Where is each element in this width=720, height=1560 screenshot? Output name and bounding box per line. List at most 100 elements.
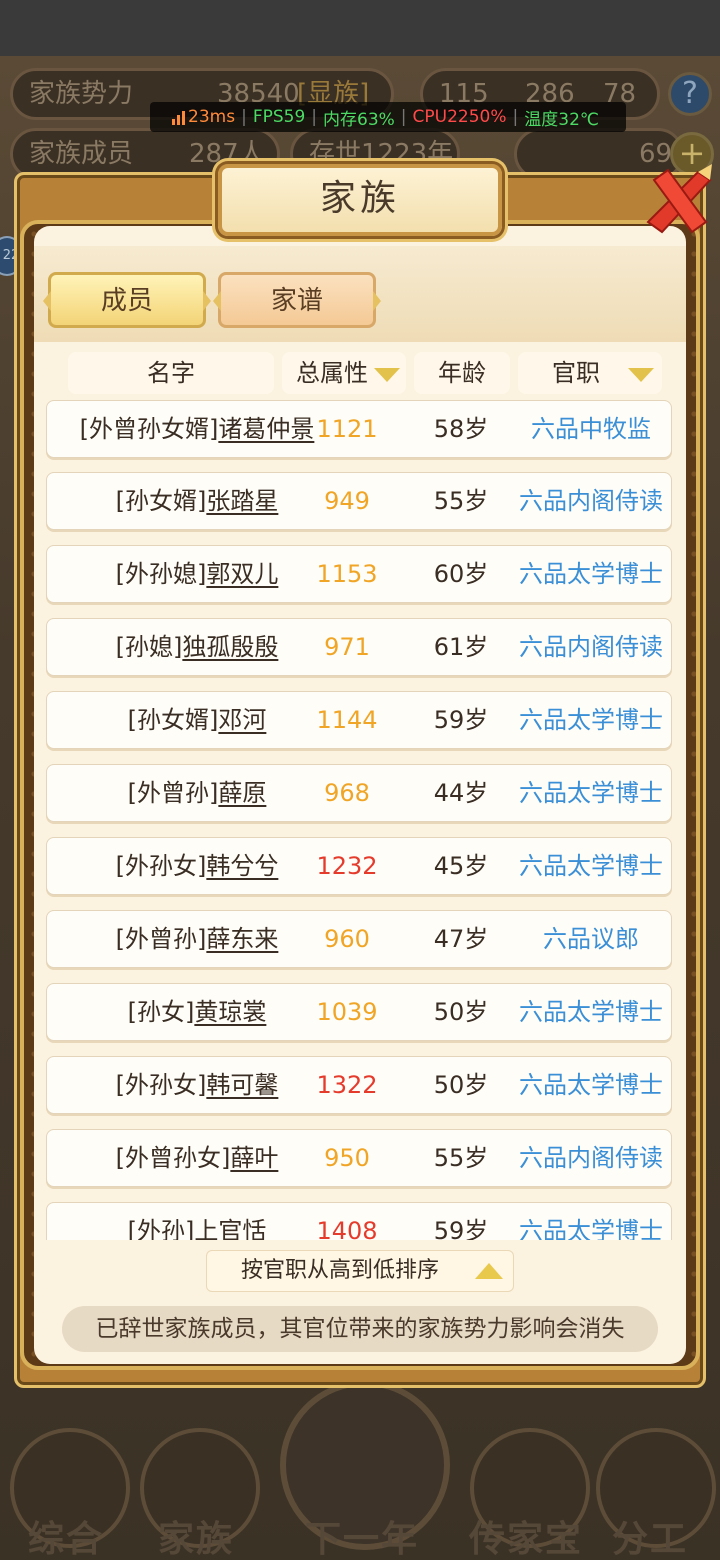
member-total-attr: 1144	[316, 706, 378, 734]
member-name-link[interactable]: 薛东来	[206, 925, 278, 953]
member-age: 59岁	[433, 706, 489, 734]
member-relation: [孙女婿]	[115, 487, 207, 515]
column-header-name: 名字	[68, 352, 274, 394]
member-row[interactable]: [外曾孙]薛原 968 44岁 六品太学博士	[46, 764, 672, 822]
member-name-link[interactable]: 薛原	[218, 779, 266, 807]
member-age: 55岁	[433, 1144, 489, 1172]
member-total-attr: 971	[324, 633, 370, 661]
signal-icon	[172, 109, 186, 125]
member-name-link[interactable]: 黄琼裳	[194, 998, 266, 1026]
member-total-attr: 1322	[316, 1071, 378, 1099]
member-row[interactable]: [孙女]黄琼裳 1039 50岁 六品太学博士	[46, 983, 672, 1041]
member-age: 45岁	[433, 852, 489, 880]
nav-next-year-label[interactable]: 下一年	[292, 1510, 432, 1560]
member-relation: [外曾孙]	[127, 779, 219, 807]
member-age: 58岁	[433, 415, 489, 443]
member-age: 61岁	[433, 633, 489, 661]
ping-text: 23ms	[188, 107, 236, 127]
temperature-text: 温度32℃	[524, 109, 599, 130]
deceased-notice: 已辞世家族成员，其官位带来的家族势力影响会消失	[62, 1306, 658, 1352]
member-age: 50岁	[433, 1071, 489, 1099]
member-age: 44岁	[433, 779, 489, 807]
sort-rank-icon[interactable]	[628, 368, 654, 382]
nav-heirloom-label[interactable]: 传家宝	[456, 1510, 596, 1560]
close-icon	[646, 164, 712, 234]
member-name-link[interactable]: 上官恬	[194, 1217, 266, 1240]
column-header-age[interactable]: 年龄	[414, 352, 510, 394]
memory-text: 内存63%	[323, 109, 395, 130]
family-power-label: 家族势力	[29, 79, 134, 109]
bottom-nav: 综合 家族 下一年 传家宝 分工	[0, 1380, 720, 1560]
sort-total-icon[interactable]	[374, 368, 400, 382]
member-total-attr: 1039	[316, 998, 378, 1026]
member-name-link[interactable]: 郭双儿	[206, 560, 278, 588]
member-official-rank: 六品内阁侍读	[519, 1144, 663, 1172]
member-total-attr: 1121	[316, 415, 378, 443]
member-name-link[interactable]: 韩兮兮	[206, 852, 278, 880]
member-total-attr: 1408	[316, 1217, 378, 1240]
member-row[interactable]: [外曾孙女]薛叶 950 55岁 六品内阁侍读	[46, 1129, 672, 1187]
member-official-rank: 六品太学博士	[519, 998, 663, 1026]
cpu-text: CPU2250%	[412, 107, 507, 127]
member-official-rank: 六品议郎	[543, 925, 639, 953]
member-total-attr: 949	[324, 487, 370, 515]
member-row[interactable]: [外曾孙女婿]诸葛仲景 1121 58岁 六品中牧监	[46, 400, 672, 458]
member-row[interactable]: [孙女婿]邓河 1144 59岁 六品太学博士	[46, 691, 672, 749]
member-row[interactable]: [孙女婿]张踏星 949 55岁 六品内阁侍读	[46, 472, 672, 530]
member-relation: [外曾孙]	[115, 925, 207, 953]
member-name-link[interactable]: 张踏星	[206, 487, 278, 515]
modal-title: 家族	[218, 164, 502, 236]
member-total-attr: 960	[324, 925, 370, 953]
sort-by-rank-label: 按官职从高到低排序	[241, 1258, 440, 1283]
nav-overview-label[interactable]: 综合	[0, 1510, 136, 1560]
column-header-rank-label: 官职	[552, 359, 600, 387]
member-name-link[interactable]: 独孤殷殷	[182, 633, 278, 661]
member-official-rank: 六品内阁侍读	[519, 487, 663, 515]
tab-members[interactable]: 成员	[43, 272, 211, 328]
member-total-attr: 1232	[316, 852, 378, 880]
member-official-rank: 六品太学博士	[519, 706, 663, 734]
member-relation: [孙媳]	[115, 633, 183, 661]
member-official-rank: 六品太学博士	[519, 1217, 663, 1240]
member-relation: [外孙女]	[115, 852, 207, 880]
member-relation: [外孙女]	[115, 1071, 207, 1099]
member-name-link[interactable]: 韩可馨	[206, 1071, 278, 1099]
nav-division-label[interactable]: 分工	[580, 1510, 720, 1560]
member-row[interactable]: [外孙媳]郭双儿 1153 60岁 六品太学博士	[46, 545, 672, 603]
member-relation: [外孙]	[127, 1217, 195, 1240]
member-list[interactable]: [外曾孙女婿]诸葛仲景 1121 58岁 六品中牧监 [孙女婿]张踏星 949 55岁 六品内…	[44, 400, 676, 1240]
member-official-rank: 六品太学博士	[519, 1071, 663, 1099]
member-age: 59岁	[433, 1217, 489, 1240]
nav-family-label[interactable]: 家族	[126, 1510, 266, 1560]
member-relation: [外曾孙女婿]	[79, 415, 219, 443]
member-age: 47岁	[433, 925, 489, 953]
member-official-rank: 六品内阁侍读	[519, 633, 663, 661]
member-row[interactable]: [外孙]上官恬 1408 59岁 六品太学博士	[46, 1202, 672, 1240]
column-header-total[interactable]: 总属性	[282, 352, 406, 394]
tab-genealogy[interactable]: 家谱	[213, 272, 381, 328]
member-total-attr: 968	[324, 779, 370, 807]
close-button[interactable]	[640, 160, 716, 240]
member-relation: [孙女婿]	[127, 706, 219, 734]
member-name-link[interactable]: 邓河	[218, 706, 266, 734]
sort-by-rank-button[interactable]: 按官职从高到低排序	[206, 1250, 514, 1292]
member-row[interactable]: [外孙女]韩兮兮 1232 45岁 六品太学博士	[46, 837, 672, 895]
performance-overlay: 23ms | FPS59 | 内存63% | CPU2250% | 温度32℃	[150, 102, 626, 132]
member-official-rank: 六品太学博士	[519, 779, 663, 807]
member-name-link[interactable]: 薛叶	[230, 1144, 278, 1172]
member-official-rank: 六品太学博士	[519, 852, 663, 880]
member-age: 50岁	[433, 998, 489, 1026]
help-icon[interactable]: ?	[668, 72, 712, 116]
system-top-bar	[0, 0, 720, 56]
member-row[interactable]: [外曾孙]薛东来 960 47岁 六品议郎	[46, 910, 672, 968]
member-row[interactable]: [外孙女]韩可馨 1322 50岁 六品太学博士	[46, 1056, 672, 1114]
family-members-label: 家族成员	[29, 139, 134, 169]
member-official-rank: 六品中牧监	[531, 415, 651, 443]
member-total-attr: 1153	[316, 560, 378, 588]
column-header-rank[interactable]: 官职	[518, 352, 662, 394]
member-age: 60岁	[433, 560, 489, 588]
fps-text: FPS59	[252, 107, 306, 127]
member-row[interactable]: [孙媳]独孤殷殷 971 61岁 六品内阁侍读	[46, 618, 672, 676]
member-total-attr: 950	[324, 1144, 370, 1172]
member-relation: [孙女]	[127, 998, 195, 1026]
